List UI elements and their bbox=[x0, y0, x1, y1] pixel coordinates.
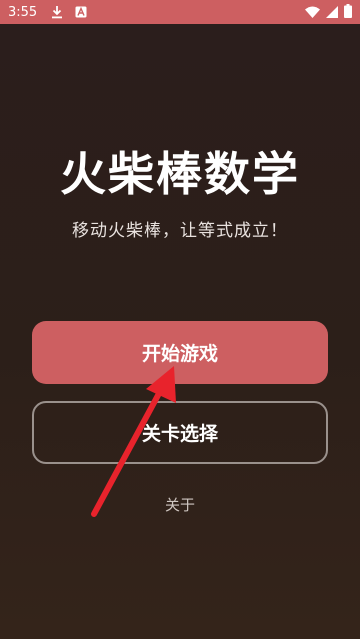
download-icon bbox=[51, 5, 63, 19]
battery-icon bbox=[344, 3, 352, 22]
app-screen: 3:55 火柴棒数学 移动火柴棒，让等式成立！ 开始游戏 关卡选择 关于 bbox=[0, 0, 360, 639]
status-time: 3:55 bbox=[8, 4, 38, 20]
level-select-button[interactable]: 关卡选择 bbox=[32, 401, 328, 464]
about-link[interactable]: 关于 bbox=[0, 494, 360, 515]
app-subtitle: 移动火柴棒，让等式成立！ bbox=[72, 221, 288, 241]
level-select-label: 关卡选择 bbox=[141, 423, 218, 445]
status-right-icons bbox=[305, 3, 352, 22]
start-game-button[interactable]: 开始游戏 bbox=[32, 321, 328, 384]
annotation-arrow-icon bbox=[91, 366, 176, 517]
status-bar: 3:55 bbox=[0, 0, 360, 24]
a-badge-icon bbox=[75, 6, 87, 18]
wifi-icon bbox=[305, 3, 320, 22]
app-title: 火柴棒数学 bbox=[60, 147, 300, 201]
signal-icon bbox=[326, 3, 338, 22]
start-game-label: 开始游戏 bbox=[141, 343, 218, 365]
